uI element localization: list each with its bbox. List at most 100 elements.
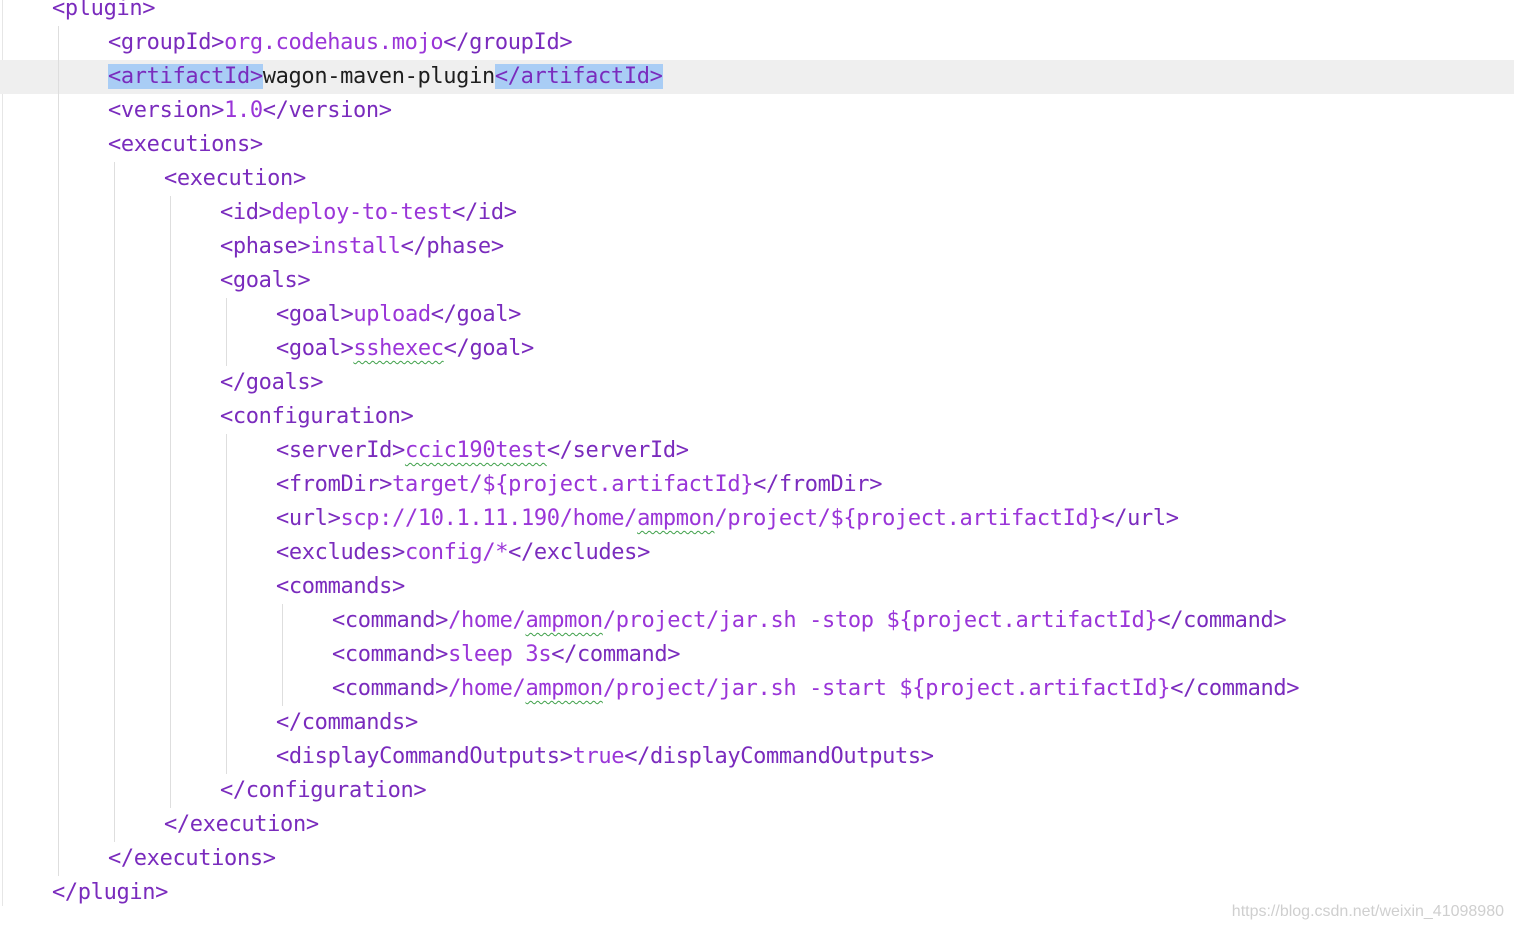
code-line-text: <goal>sshexec</goal>: [276, 332, 534, 366]
code-line-text: <configuration>: [220, 400, 414, 434]
code-line[interactable]: <command>/home/ampmon/project/jar.sh -st…: [0, 672, 1514, 706]
xml-value-token: /home/: [448, 676, 526, 701]
xml-tag-token: <configuration>: [220, 404, 414, 429]
code-line[interactable]: <displayCommandOutputs>true</displayComm…: [0, 740, 1514, 774]
code-line[interactable]: <version>1.0</version>: [0, 94, 1514, 128]
code-line[interactable]: <goal>sshexec</goal>: [0, 332, 1514, 366]
xml-value-token: scp://10.1.11.190/home/: [340, 506, 638, 531]
code-line-text: <command>sleep 3s</command>: [332, 638, 681, 672]
code-line[interactable]: <phase>install</phase>: [0, 230, 1514, 264]
xml-tag-token: <phase>: [220, 234, 311, 259]
code-line-text: </plugin>: [52, 876, 168, 910]
code-line[interactable]: <plugin>: [0, 0, 1514, 26]
xml-tag-token: <command>: [332, 608, 449, 633]
xml-tag-token: </excludes>: [508, 540, 650, 565]
code-line-text: <execution>: [164, 162, 306, 196]
code-line[interactable]: </configuration>: [0, 774, 1514, 808]
xml-tag-token: </displayCommandOutputs>: [624, 744, 934, 769]
indent-guide: [226, 434, 227, 774]
code-line[interactable]: <command>/home/ampmon/project/jar.sh -st…: [0, 604, 1514, 638]
xml-value-token: /home/: [448, 608, 526, 633]
code-line[interactable]: <fromDir>target/${project.artifactId}</f…: [0, 468, 1514, 502]
indent-guide: [226, 298, 227, 366]
xml-value-token: upload: [353, 302, 431, 327]
xml-tag-token: </command>: [1157, 608, 1287, 633]
xml-tag-token: </version>: [262, 98, 392, 123]
xml-tag-token: <commands>: [276, 574, 405, 599]
xml-tag-token: <command>: [332, 676, 449, 701]
code-line-text: <command>/home/ampmon/project/jar.sh -st…: [332, 604, 1287, 638]
xml-tag-token: </fromDir>: [753, 472, 883, 497]
code-line-text: </executions>: [108, 842, 276, 876]
code-editor[interactable]: <plugin> <groupId>org.codehaus.mojo</grou…: [0, 0, 1514, 929]
xml-value-token: /project/jar.sh -start ${project.artifac…: [602, 676, 1171, 701]
code-line-text: <plugin>: [52, 0, 156, 26]
xml-tag-token: <execution>: [164, 166, 306, 191]
code-line-text: <url>scp://10.1.11.190/home/ampmon/proje…: [276, 502, 1179, 536]
code-line[interactable]: <command>sleep 3s</command>: [0, 638, 1514, 672]
code-line-text: <command>/home/ampmon/project/jar.sh -st…: [332, 672, 1300, 706]
code-area[interactable]: <plugin> <groupId>org.codehaus.mojo</grou…: [0, 0, 1514, 910]
xml-tag-token: </artifactId>: [494, 64, 663, 89]
xml-value-token: ampmon: [525, 676, 603, 701]
indent-guide: [170, 196, 171, 808]
xml-tag-token: <version>: [108, 98, 225, 123]
code-line[interactable]: <excludes>config/*</excludes>: [0, 536, 1514, 570]
code-line-text: <goals>: [220, 264, 311, 298]
code-line[interactable]: </executions>: [0, 842, 1514, 876]
code-line[interactable]: <serverId>ccic190test</serverId>: [0, 434, 1514, 468]
code-line-text: <version>1.0</version>: [108, 94, 392, 128]
xml-value-token: /project/jar.sh -stop ${project.artifact…: [602, 608, 1158, 633]
xml-value-token: wagon-maven-plugin: [262, 64, 495, 89]
code-line-text: <goal>upload</goal>: [276, 298, 521, 332]
code-line[interactable]: </execution>: [0, 808, 1514, 842]
code-line[interactable]: <id>deploy-to-test</id>: [0, 196, 1514, 230]
code-line[interactable]: <commands>: [0, 570, 1514, 604]
xml-value-token: true: [572, 744, 625, 769]
xml-value-token: sshexec: [353, 336, 444, 361]
code-line[interactable]: <goal>upload</goal>: [0, 298, 1514, 332]
code-line-text: <executions>: [108, 128, 263, 162]
code-line-text: <artifactId>wagon-maven-plugin</artifact…: [108, 60, 663, 94]
code-line[interactable]: <configuration>: [0, 400, 1514, 434]
xml-tag-token: </execution>: [164, 812, 319, 837]
xml-tag-token: <fromDir>: [276, 472, 393, 497]
xml-tag-token: <executions>: [108, 132, 263, 157]
code-line[interactable]: </goals>: [0, 366, 1514, 400]
xml-tag-token: <goals>: [220, 268, 311, 293]
xml-tag-token: </goals>: [220, 370, 324, 395]
xml-tag-token: </serverId>: [546, 438, 689, 463]
xml-tag-token: <url>: [276, 506, 341, 531]
xml-value-token: 1.0: [224, 98, 263, 123]
xml-tag-token: <plugin>: [52, 0, 156, 21]
xml-tag-token: </commands>: [276, 710, 418, 735]
code-line[interactable]: <goals>: [0, 264, 1514, 298]
xml-value-token: ampmon: [525, 608, 603, 633]
xml-tag-token: </configuration>: [220, 778, 427, 803]
xml-value-token: org.codehaus.mojo: [224, 30, 444, 55]
code-line[interactable]: <artifactId>wagon-maven-plugin</artifact…: [0, 60, 1514, 94]
xml-tag-token: <groupId>: [108, 30, 225, 55]
code-line[interactable]: <url>scp://10.1.11.190/home/ampmon/proje…: [0, 502, 1514, 536]
xml-value-token: config/*: [404, 540, 509, 565]
code-line[interactable]: </commands>: [0, 706, 1514, 740]
indent-guide: [114, 162, 115, 842]
xml-tag-token: </goal>: [430, 302, 522, 327]
code-line-text: <displayCommandOutputs>true</displayComm…: [276, 740, 934, 774]
indent-guide: [282, 604, 283, 706]
code-line-text: <groupId>org.codehaus.mojo</groupId>: [108, 26, 573, 60]
code-line-text: <serverId>ccic190test</serverId>: [276, 434, 689, 468]
xml-tag-token: </url>: [1101, 506, 1179, 531]
xml-tag-token: <command>: [332, 642, 449, 667]
xml-value-token: sleep 3s: [448, 642, 552, 667]
code-line-text: </execution>: [164, 808, 319, 842]
code-line[interactable]: <execution>: [0, 162, 1514, 196]
xml-value-token: install: [310, 234, 401, 259]
code-line-text: </commands>: [276, 706, 418, 740]
code-line[interactable]: <groupId>org.codehaus.mojo</groupId>: [0, 26, 1514, 60]
code-line[interactable]: <executions>: [0, 128, 1514, 162]
xml-value-token: ccic190test: [404, 438, 547, 463]
xml-tag-token: <serverId>: [276, 438, 405, 463]
code-line-text: </goals>: [220, 366, 324, 400]
xml-value-token: /project/${project.artifactId}: [714, 506, 1102, 531]
